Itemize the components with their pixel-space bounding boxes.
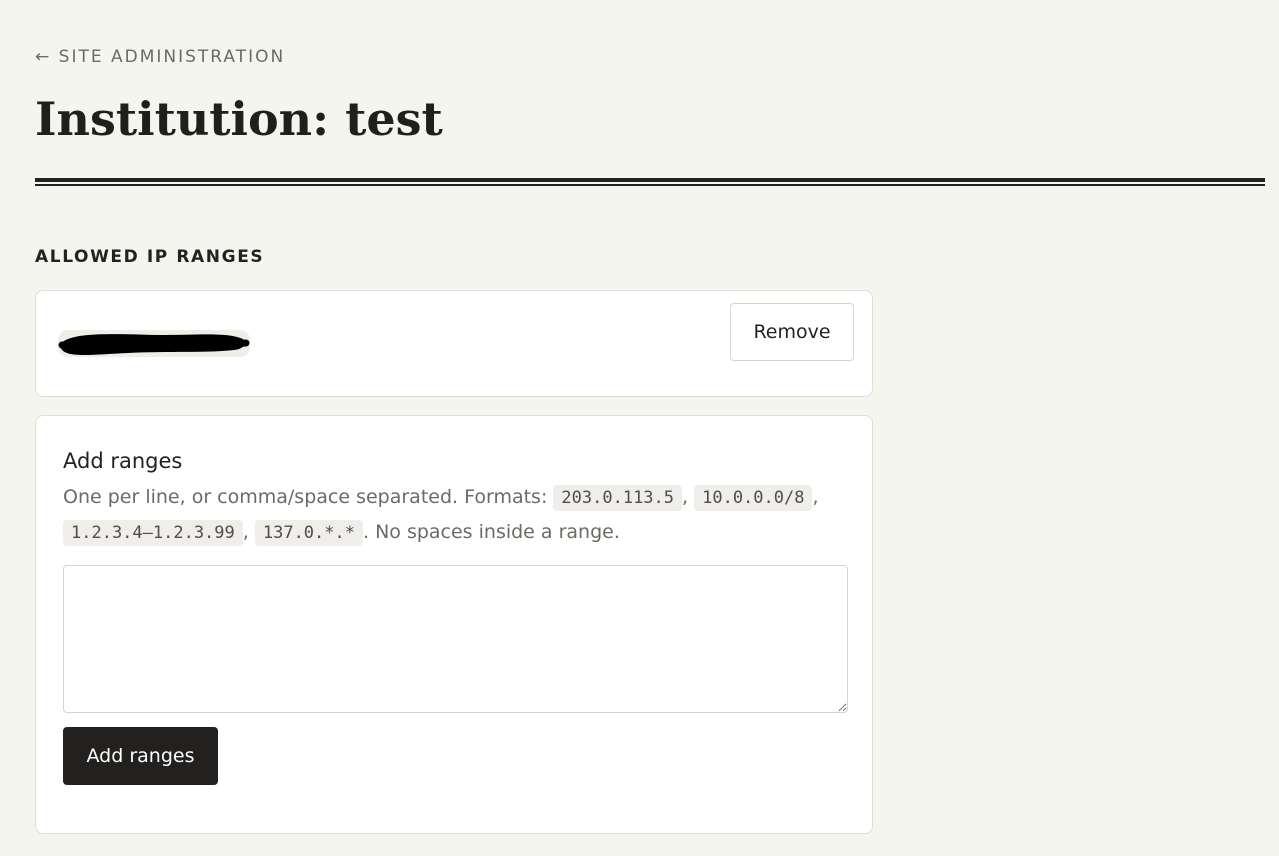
help-outro: . No spaces inside a range. [362, 521, 620, 543]
back-link[interactable]: ← SITE ADMINISTRATION [35, 46, 285, 68]
ip-range-card: Remove [35, 290, 873, 397]
format-example-single-ip: 203.0.113.5 [553, 485, 683, 511]
format-example-range: 1.2.3.4–1.2.3.99 [63, 520, 243, 546]
arrow-left-icon: ← [35, 47, 52, 67]
title-divider-thick [35, 178, 1265, 182]
format-example-cidr: 10.0.0.0/8 [694, 485, 813, 511]
add-ranges-card: Add ranges One per line, or comma/space … [35, 415, 873, 834]
ranges-textarea[interactable] [63, 565, 848, 713]
allowed-ranges-heading: ALLOWED IP RANGES [35, 247, 265, 267]
redacted-ip-range [58, 330, 250, 357]
add-ranges-help: One per line, or comma/space separated. … [63, 480, 853, 550]
add-ranges-button[interactable]: Add ranges [63, 727, 218, 785]
page-title: Institution: test [35, 92, 443, 146]
add-ranges-title: Add ranges [63, 449, 183, 473]
title-divider-thin [35, 184, 1265, 186]
back-link-label: SITE ADMINISTRATION [58, 47, 286, 67]
help-intro: One per line, or comma/space separated. … [63, 486, 548, 508]
remove-range-button[interactable]: Remove [730, 303, 854, 361]
format-example-wildcard: 137.0.*.* [254, 520, 363, 546]
